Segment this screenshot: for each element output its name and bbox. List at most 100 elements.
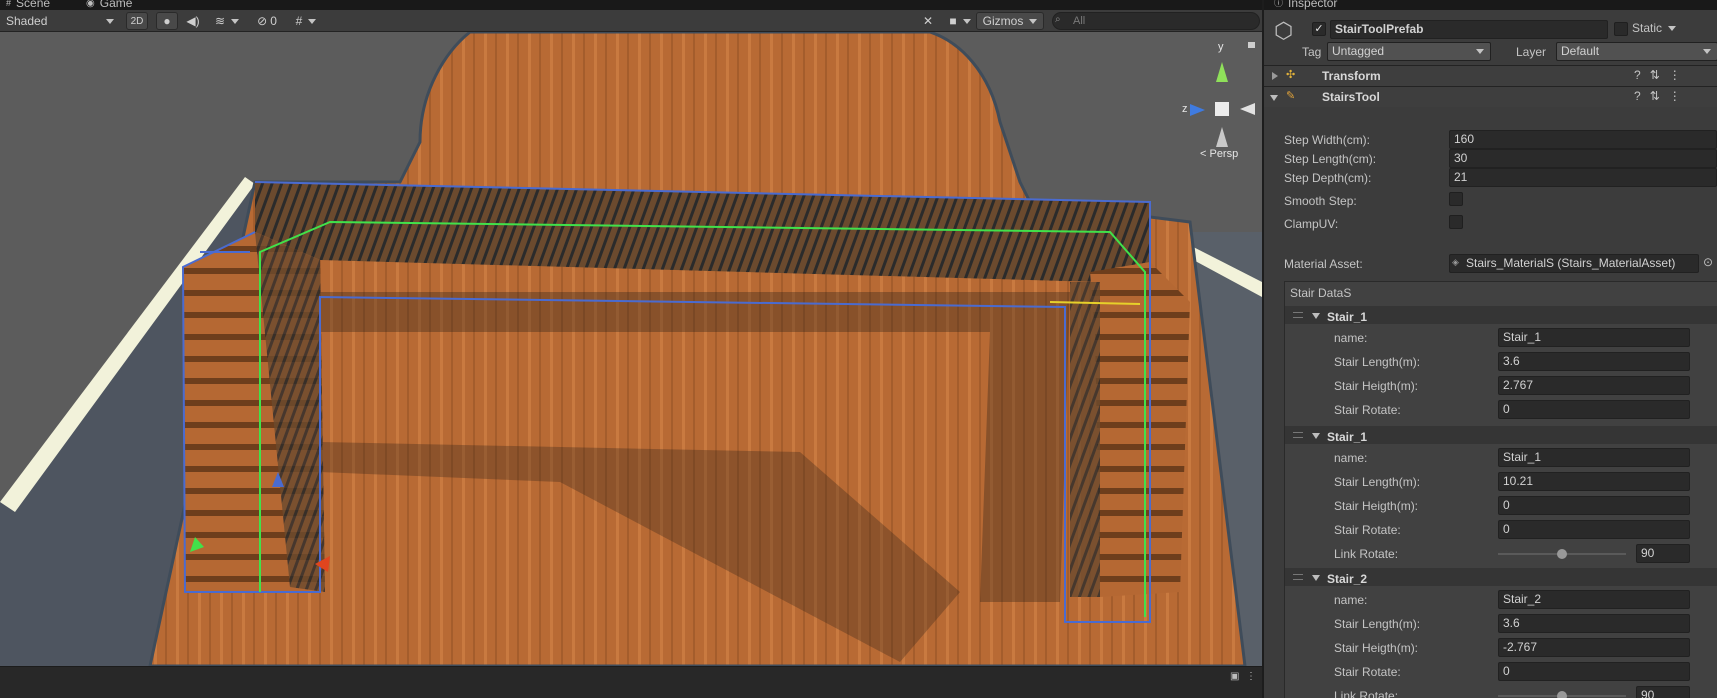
stair-length-input[interactable]: 3.6 [1498,352,1690,371]
help-icon[interactable]: ? [1634,89,1641,103]
active-checkbox[interactable]: ✓ [1312,22,1326,36]
stair-name-input[interactable]: Stair_1 [1498,328,1690,347]
toggle-2d-button[interactable]: 2D [126,12,148,30]
audio-toggle-button[interactable]: ◀) [183,12,203,30]
stair-height-value: -2.767 [1503,640,1538,654]
stair-height-value: 0 [1503,498,1510,512]
lightbulb-icon: ● [163,14,171,28]
object-name-value: StairToolPrefab [1335,22,1424,36]
link-rotate-input[interactable]: 90 [1636,544,1690,563]
scene-render: y z < Persp [0,32,1262,666]
stair-length-label: Stair Length(m): [1334,355,1421,369]
projection-label[interactable]: < Persp [1200,148,1238,160]
asset-icon: ◈ [1452,257,1459,267]
kebab-menu-icon[interactable]: ⋮ [1669,68,1681,82]
stair-height-value: 2.767 [1503,378,1534,392]
grid-dropdown[interactable]: # [287,12,325,30]
stair-height-input[interactable]: 2.767 [1498,376,1690,395]
transform-title: Transform [1322,69,1381,83]
static-checkbox[interactable] [1614,22,1628,36]
step-width-label: Step Width(cm): [1284,133,1371,147]
stair-expand-arrow[interactable] [1312,433,1320,439]
drag-handle-icon[interactable] [1293,432,1303,438]
layer-value: Default [1561,44,1600,58]
lighting-toggle-button[interactable]: ● [156,12,178,30]
info-icon: ⓘ [1274,0,1284,8]
tab-game[interactable]: ◉ Game [86,0,132,10]
scene-viewport[interactable]: y z < Persp [0,32,1262,666]
stair-rotate-input[interactable]: 0 [1498,662,1690,681]
lock-icon[interactable] [1248,42,1255,48]
stair-expand-arrow[interactable] [1312,575,1320,581]
shading-mode-dropdown[interactable]: Shaded [2,12,118,30]
preset-icon[interactable]: ⇅ [1650,89,1660,103]
static-dropdown[interactable]: Static [1632,21,1676,35]
stair-rotate-value: 0 [1503,402,1510,416]
static-label: Static [1632,21,1663,35]
drag-handle-icon[interactable] [1293,312,1303,318]
stair-name-label: name: [1334,451,1368,465]
step-depth-value: 21 [1454,170,1468,184]
stair-height-label: Stair Heigth(m): [1334,379,1419,393]
right-stair-rail [1070,282,1100,597]
clampuv-label: ClampUV: [1284,217,1339,231]
bottom-menu-icon[interactable]: ⋮ [1246,671,1256,682]
effects-dropdown[interactable]: ≋ [209,12,245,30]
slider-knob[interactable] [1557,691,1567,698]
tab-scene[interactable]: # Scene [6,0,50,10]
smooth-step-checkbox[interactable] [1449,192,1463,206]
step-width-value: 160 [1454,132,1475,146]
stair-name-input[interactable]: Stair_1 [1498,448,1690,467]
material-asset-field[interactable]: Stairs_MaterialS (Stairs_MaterialAsset) [1449,254,1699,273]
eye-slash-icon: ⊘ [257,14,268,28]
hidden-count: 0 [270,14,277,28]
link-rotate-slider[interactable] [1498,548,1626,560]
tag-dropdown[interactable]: Untagged [1327,42,1491,61]
stair-height-input[interactable]: -2.767 [1498,638,1690,657]
stairstool-expand-arrow[interactable] [1270,95,1278,101]
stair-name-label: name: [1334,331,1368,345]
shading-mode-label: Shaded [6,14,48,28]
step-width-input[interactable]: 160 [1449,130,1717,149]
link-rotate-slider[interactable] [1498,690,1626,698]
object-picker-icon[interactable]: ⊙ [1703,255,1713,269]
preset-icon[interactable]: ⇅ [1650,68,1660,82]
layer-label: Layer [1516,45,1547,59]
layer-dropdown[interactable]: Default [1556,42,1717,61]
slider-knob[interactable] [1557,549,1567,559]
link-rotate-label: Link Rotate: [1334,547,1399,561]
gameobject-cube-icon: ⬡ [1274,18,1294,43]
right-stair-run [1090,262,1190,597]
link-rotate-input[interactable]: 90 [1636,686,1690,698]
stair-rotate-input[interactable]: 0 [1498,400,1690,419]
stair-name-value: Stair_2 [1503,592,1542,606]
object-name-input[interactable]: StairToolPrefab [1330,20,1608,39]
stair-length-label: Stair Length(m): [1334,475,1421,489]
scene-search-input[interactable]: All [1052,12,1260,30]
camera-icon: ■ [949,14,957,28]
tab-inspector[interactable]: ⓘ Inspector [1274,0,1337,10]
link-rotate-value: 90 [1641,546,1655,560]
tools-button[interactable]: ✕ [918,12,938,30]
stair-expand-arrow[interactable] [1312,313,1320,319]
clampuv-checkbox[interactable] [1449,215,1463,229]
tab-scene-label: Scene [16,0,51,10]
stair-name-input[interactable]: Stair_2 [1498,590,1690,609]
hidden-objects-toggle[interactable]: ⊘ 0 [252,12,282,30]
help-icon[interactable]: ? [1634,68,1641,82]
bottom-lock-icon[interactable]: ▣ [1230,671,1239,682]
transform-expand-arrow[interactable] [1272,72,1278,80]
stair-length-input[interactable]: 3.6 [1498,614,1690,633]
stair-height-input[interactable]: 0 [1498,496,1690,515]
step-length-input[interactable]: 30 [1449,149,1717,168]
stair-rotate-label: Stair Rotate: [1334,665,1401,679]
drag-handle-icon[interactable] [1293,574,1303,580]
step-depth-input[interactable]: 21 [1449,168,1717,187]
top-tab-strip [0,0,1262,10]
kebab-menu-icon[interactable]: ⋮ [1669,89,1681,103]
stair-rotate-input[interactable]: 0 [1498,520,1690,539]
gizmos-label: Gizmos [982,14,1024,28]
camera-dropdown[interactable]: ■ [945,12,975,30]
gizmos-dropdown[interactable]: Gizmos [976,12,1044,30]
stair-length-input[interactable]: 10.21 [1498,472,1690,491]
